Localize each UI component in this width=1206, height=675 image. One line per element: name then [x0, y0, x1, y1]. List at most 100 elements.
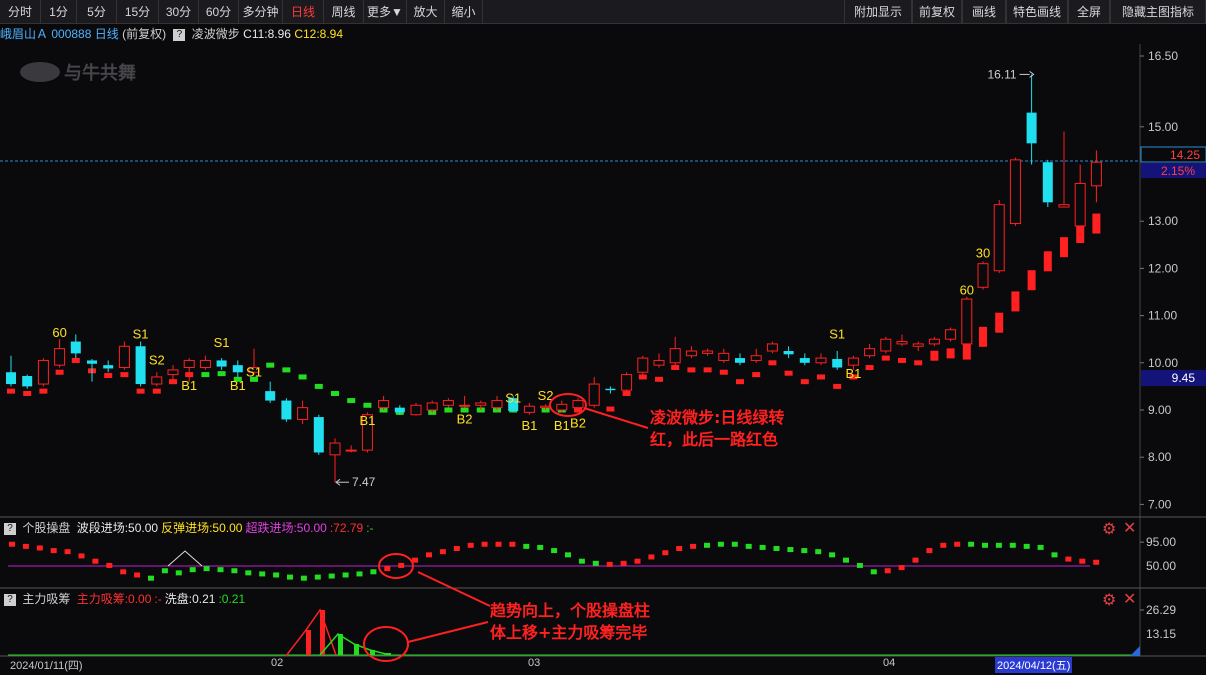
sub1-bar [9, 541, 15, 547]
sub1-bar [592, 560, 599, 566]
candle-body-up [766, 343, 778, 352]
sub1-bar [940, 542, 947, 548]
candle [313, 414, 324, 455]
candle [1090, 150, 1102, 203]
candle-body-up [847, 357, 859, 366]
sub1-help-icon[interactable]: ? [4, 522, 16, 535]
stop-line-dot [201, 372, 210, 378]
sub2-item-3: :0.21 [218, 592, 246, 606]
stop-line-dot [104, 373, 113, 379]
sub1-title[interactable]: 个股操盘 [22, 521, 70, 535]
annotation-1-line1: 凌波微步:日线绿转 [650, 408, 785, 427]
candle [118, 341, 130, 370]
candle [410, 402, 422, 416]
stop-line-dot [946, 348, 955, 359]
sub2-close-icon[interactable]: ✕ [1123, 592, 1137, 608]
sub1-bar [120, 569, 127, 575]
stop-line-dot [768, 360, 777, 366]
candle-body-down [232, 365, 243, 373]
candle [588, 376, 600, 408]
sub1-bar [1065, 556, 1072, 562]
sub2-header: ? 主力吸筹 主力吸筹:0.00:- 洗盘:0.21:0.21 [0, 590, 245, 608]
sub2-gear-icon[interactable]: ⚙ [1102, 593, 1118, 609]
sub1-bar [342, 572, 349, 578]
sub1-bar [36, 545, 43, 551]
candle [345, 445, 357, 453]
high-label: 16.11 [987, 67, 1016, 81]
candle-body-up [961, 298, 973, 345]
sub2-title[interactable]: 主力吸筹 [22, 592, 70, 606]
stop-line-dot [881, 355, 890, 361]
stop-line-dot [136, 388, 145, 394]
sub1-gear-icon[interactable]: ⚙ [1102, 522, 1118, 538]
signal-label: S1 [829, 327, 845, 342]
sub1-bar [717, 541, 724, 547]
sub1-bar [620, 560, 627, 566]
candle-body-up [426, 402, 438, 411]
current-price-label: 14.25 [1170, 148, 1200, 162]
candle-body-down [87, 360, 97, 364]
sub1-bar [287, 574, 293, 580]
sub1-bar [203, 566, 210, 572]
sub1-bar [662, 550, 669, 556]
price-tick-label: 13.00 [1148, 214, 1178, 228]
candle [265, 381, 276, 403]
candle-body-up [621, 374, 633, 391]
sub1-bar [273, 572, 280, 578]
sub1-bar [245, 570, 252, 576]
signal-label: B1 [181, 378, 197, 393]
sub1-bar [968, 541, 975, 547]
watermark-bull-icon [20, 62, 60, 82]
sub1-bar [384, 566, 391, 572]
candle-body-down [799, 358, 810, 363]
candle [815, 353, 827, 366]
candle [22, 374, 33, 389]
stop-line-dot [347, 398, 356, 404]
signal-label: S1 [214, 335, 230, 350]
candle-body-up [410, 404, 422, 416]
candle-body-up [685, 350, 697, 357]
sub2-help-icon[interactable]: ? [4, 593, 16, 606]
stop-line-dot [752, 372, 761, 378]
candle [799, 353, 810, 366]
stop-line-dot [23, 390, 32, 396]
candle [1026, 74, 1037, 165]
sub1-bar [676, 545, 683, 551]
sub1-bar [314, 574, 321, 580]
candle-body-up [523, 405, 535, 413]
sub1-bar [926, 548, 933, 554]
candle-body-up [928, 338, 940, 345]
candle-body-up [297, 407, 309, 420]
candle-body-up [378, 400, 390, 409]
sub2-item-2: 洗盘:0.21 [164, 592, 216, 606]
candle [1074, 164, 1086, 229]
sub2-tick-label: 13.15 [1146, 627, 1176, 641]
sub1-close-icon[interactable]: ✕ [1123, 521, 1137, 537]
candle-body-up [118, 345, 130, 369]
candle-body-up [815, 357, 827, 364]
annotation-2-line1: 趋势向上，个股操盘柱 [490, 601, 651, 620]
kline-chart[interactable]: 与牛共舞 16.50 15.00 13.00 12.00 11.00 10.00 9.00 8.… [0, 0, 1206, 675]
candle-body-up [329, 442, 341, 456]
signal-label: B1 [845, 366, 861, 381]
price-tick-label: 16.50 [1148, 49, 1178, 63]
signal-label: B1 [554, 418, 570, 433]
sub1-bar [1009, 542, 1016, 548]
candle-body-up [345, 449, 357, 452]
sub1-tick-label: 50.00 [1146, 559, 1176, 573]
candle [329, 438, 341, 483]
sub1-bar [328, 573, 335, 579]
sub1-bar [801, 548, 808, 554]
candle-body-up [183, 359, 195, 369]
candle-body-up [1090, 161, 1102, 187]
candle [523, 402, 535, 415]
stop-line-dot [55, 369, 64, 375]
stop-line-dot [784, 370, 793, 376]
signal-label: S1 [246, 364, 262, 379]
sub1-bar [1023, 543, 1030, 549]
sub1-item-0: 波段进场:50.00 [76, 521, 159, 535]
stop-line-dot [1092, 213, 1101, 234]
candle [70, 334, 81, 359]
stop-line-dot [1011, 291, 1020, 312]
stop-line-dot [833, 383, 842, 389]
